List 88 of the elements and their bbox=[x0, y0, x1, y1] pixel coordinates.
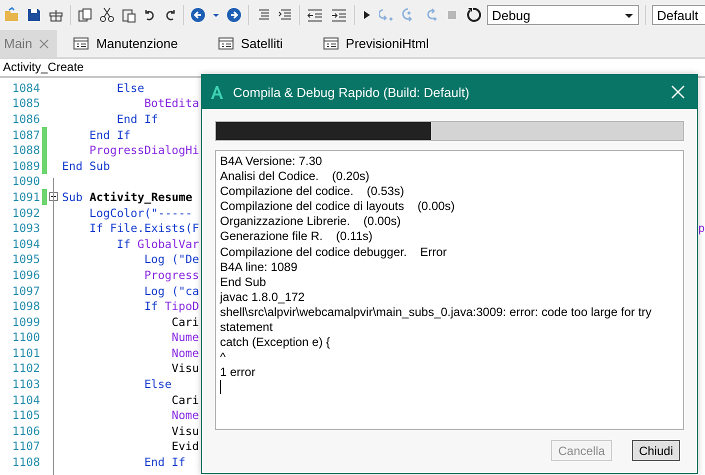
code-text: Nume bbox=[172, 330, 200, 344]
code-text: End If bbox=[116, 112, 158, 126]
module-icon bbox=[218, 37, 234, 50]
file-tab[interactable]: Manutenzione bbox=[63, 30, 208, 57]
line-number: 1086 bbox=[11, 112, 40, 126]
code-text: End Sub bbox=[62, 158, 110, 173]
copy-icon[interactable] bbox=[77, 7, 93, 23]
save-icon[interactable] bbox=[26, 7, 42, 23]
code-text: Else bbox=[116, 80, 144, 95]
log-line: Compilazione del codice debugger. Error bbox=[220, 244, 448, 260]
module-icon bbox=[73, 37, 90, 50]
file-tab[interactable]: PrevisioniHtml bbox=[312, 30, 459, 57]
open-folder-icon[interactable] bbox=[4, 7, 20, 23]
code-text: Nome bbox=[172, 346, 200, 360]
code-text: Visu bbox=[172, 361, 200, 376]
log-line: 1 error bbox=[220, 365, 256, 380]
code-text: Cari bbox=[172, 392, 200, 407]
line-number: 1090 bbox=[11, 174, 40, 188]
code-text: Log ("De bbox=[144, 252, 200, 266]
line-number: 1100 bbox=[11, 330, 40, 344]
line-number: 1092 bbox=[11, 206, 40, 220]
line-number: 1101 bbox=[11, 346, 40, 360]
code-text: ProgressDialogHi bbox=[89, 143, 200, 158]
log-line: Generazione file R. (0.11s) bbox=[220, 229, 374, 245]
line-number: 1087 bbox=[11, 128, 40, 142]
log-line: B4A line: 1089 bbox=[220, 260, 298, 275]
code-text: Nome bbox=[172, 408, 200, 422]
log-line: Compilazione del codice. (0.53s) bbox=[220, 184, 406, 200]
line-number: 1102 bbox=[11, 361, 40, 376]
dialog-title: Compila & Debug Rapido (Build: Default) bbox=[233, 84, 470, 100]
line-number: 1097 bbox=[11, 284, 40, 298]
indent-icon[interactable] bbox=[330, 7, 348, 23]
code-text: Cari bbox=[172, 314, 200, 329]
code-text: Visu bbox=[172, 424, 200, 438]
code-text: Evid bbox=[172, 439, 200, 454]
line-number: 1093 bbox=[11, 221, 40, 236]
line-number: 1106 bbox=[11, 424, 40, 438]
line-number: 1103 bbox=[11, 377, 40, 392]
line-number: 1085 bbox=[11, 96, 40, 110]
line-number: 1108 bbox=[11, 455, 40, 470]
log-line: javac 1.8.0_172 bbox=[220, 290, 306, 305]
line-number: 1099 bbox=[11, 314, 40, 329]
log-line: Organizzazione Librerie. (0.00s) bbox=[220, 214, 402, 230]
code-text: Else bbox=[144, 377, 172, 392]
line-number: 1088 bbox=[11, 143, 40, 158]
code-text: LogColor("----- bbox=[89, 206, 192, 220]
line-number: 1105 bbox=[11, 408, 40, 422]
line-number: 1098 bbox=[11, 299, 40, 314]
sub-selector[interactable]: Activity_Create bbox=[3, 60, 84, 74]
code-text: Progress bbox=[144, 268, 200, 282]
log-line: Analisi del Codice. (0.20s) bbox=[220, 169, 370, 184]
app-logo-icon bbox=[211, 86, 223, 98]
line-number: 1091 bbox=[11, 190, 40, 204]
log-line: catch (Exception e) { bbox=[220, 335, 332, 350]
line-number: 1089 bbox=[11, 158, 40, 173]
code-text: If GlobalVar bbox=[116, 236, 200, 251]
file-tab[interactable]: Satelliti bbox=[208, 30, 313, 57]
outdent-icon[interactable] bbox=[306, 7, 324, 23]
line-number: 1107 bbox=[11, 439, 40, 454]
code-text: BotEdita bbox=[144, 96, 200, 110]
gift-icon[interactable] bbox=[48, 7, 64, 23]
restart-icon[interactable] bbox=[465, 7, 481, 23]
line-number: 1096 bbox=[11, 268, 40, 282]
paste-icon[interactable] bbox=[121, 7, 137, 23]
close-button[interactable]: Chiudi bbox=[632, 440, 680, 461]
code-text: End If bbox=[89, 128, 131, 142]
log-line: Compilazione del codice di layouts (0.00s) bbox=[220, 199, 456, 214]
caret-icon bbox=[625, 13, 633, 19]
cut-icon[interactable] bbox=[99, 7, 115, 23]
build-dropdown[interactable]: Default bbox=[652, 5, 705, 25]
code-text: End If bbox=[144, 455, 186, 470]
line-number: 1095 bbox=[11, 252, 40, 266]
collapse-icon[interactable] bbox=[49, 192, 58, 202]
code-text: p bbox=[698, 221, 705, 236]
text-cursor bbox=[220, 380, 221, 394]
log-line: ^ bbox=[220, 350, 227, 366]
line-number: 1094 bbox=[11, 236, 40, 251]
log-line: End Sub bbox=[220, 274, 268, 290]
configuration-dropdown[interactable]: Debug bbox=[487, 5, 639, 25]
module-icon bbox=[322, 37, 339, 50]
close-icon[interactable] bbox=[39, 38, 50, 48]
line-number: 1084 bbox=[11, 80, 40, 95]
code-text: Sub Activity_Resume bbox=[62, 190, 192, 204]
code-text: If TipoD bbox=[144, 299, 200, 314]
line-number: 1104 bbox=[11, 392, 40, 407]
code-text: Log ("ca bbox=[144, 284, 200, 298]
code-text: If File.Exists(F bbox=[89, 221, 200, 236]
log-line: B4A Versione: 7.30 bbox=[220, 154, 324, 170]
